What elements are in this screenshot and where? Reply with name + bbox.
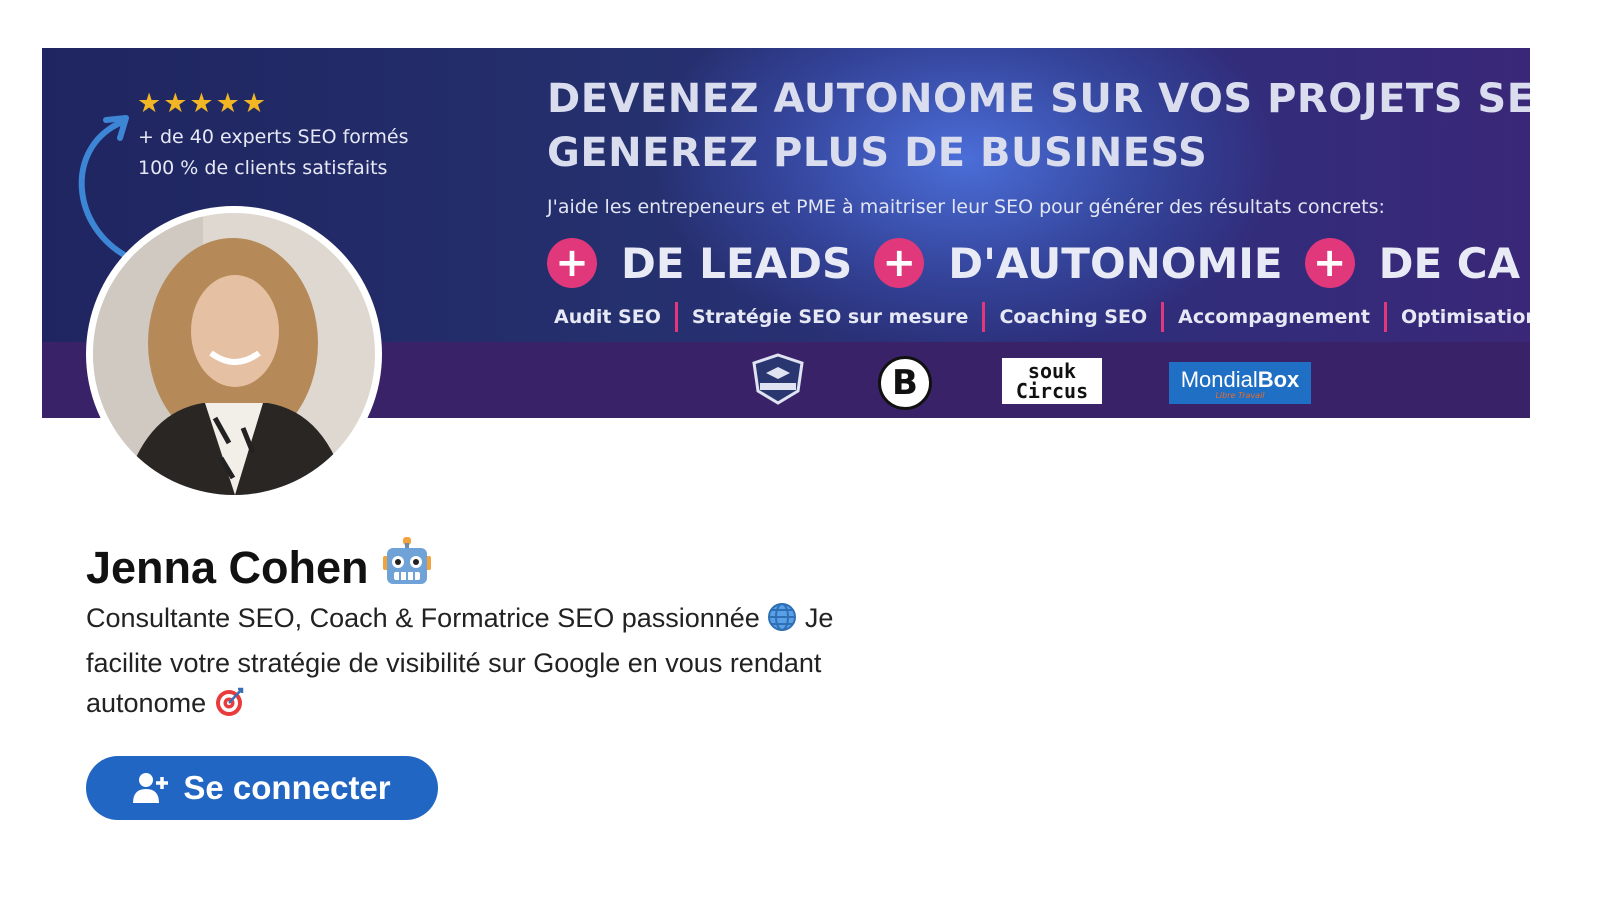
plus-icon: +	[874, 238, 925, 288]
souk-circus-logo: souk Circus	[1002, 358, 1102, 404]
mondial-box-logo: MondialBox Libre Travail	[1169, 362, 1311, 404]
robot-icon	[381, 536, 433, 599]
service-coaching: Coaching SEO	[999, 306, 1148, 328]
benefit-autonomie: D'AUTONOMIE	[948, 238, 1283, 288]
circus-text: Circus	[1015, 379, 1089, 403]
globe-icon	[767, 602, 797, 643]
service-audit: Audit SEO	[554, 306, 661, 328]
benefit-leads: DE LEADS	[621, 238, 853, 288]
souk-text: souk	[1027, 359, 1077, 383]
divider	[982, 302, 986, 332]
service-accompagnement: Accompagnement	[1178, 306, 1370, 328]
add-person-icon	[133, 773, 169, 803]
b-logo: B	[878, 356, 932, 410]
divider	[674, 302, 678, 332]
headline-part-1: Consultante SEO, Coach & Formatrice SEO …	[86, 603, 760, 633]
rating-stars: ★★★★★	[137, 88, 269, 119]
box-text: Box	[1257, 366, 1300, 392]
plus-icon: +	[547, 238, 597, 288]
profile-name: Jenna Cohen	[86, 536, 433, 599]
avatar[interactable]	[86, 206, 382, 502]
connect-button[interactable]: Se connecter	[86, 756, 438, 820]
stat-satisfaction: 100 % de clients satisfaits	[138, 157, 388, 179]
divider	[1383, 302, 1387, 332]
stat-experts: + de 40 experts SEO formés	[138, 126, 409, 148]
benefit-ca: DE CA	[1378, 238, 1521, 288]
profile-photo	[93, 213, 375, 495]
divider	[1161, 302, 1165, 332]
profile-name-text: Jenna Cohen	[86, 541, 369, 593]
service-strategie: Stratégie SEO sur mesure	[691, 306, 969, 328]
banner-subline: J'aide les entrepeneurs et PME à maitris…	[547, 196, 1385, 218]
mondial-tagline: Libre Travail	[1215, 390, 1265, 400]
banner-headline-1: DEVENEZ AUTONOME SUR VOS PROJETS SEO,	[547, 76, 1530, 122]
banner-headline-2: GENEREZ PLUS DE BUSINESS	[547, 130, 1208, 176]
services-row: Audit SEO Stratégie SEO sur mesure Coach…	[554, 302, 1530, 332]
six-academy-logo	[748, 351, 808, 407]
connect-button-label: Se connecter	[183, 769, 391, 806]
profile-headline: Consultante SEO, Coach & Formatrice SEO …	[86, 598, 846, 728]
target-icon	[214, 687, 244, 728]
benefits-row: + DE LEADS + D'AUTONOMIE + DE CA	[547, 236, 1530, 290]
service-optimisation: Optimisation	[1400, 306, 1530, 328]
plus-icon: +	[1304, 238, 1355, 288]
mondial-text: Mondial	[1180, 366, 1258, 392]
